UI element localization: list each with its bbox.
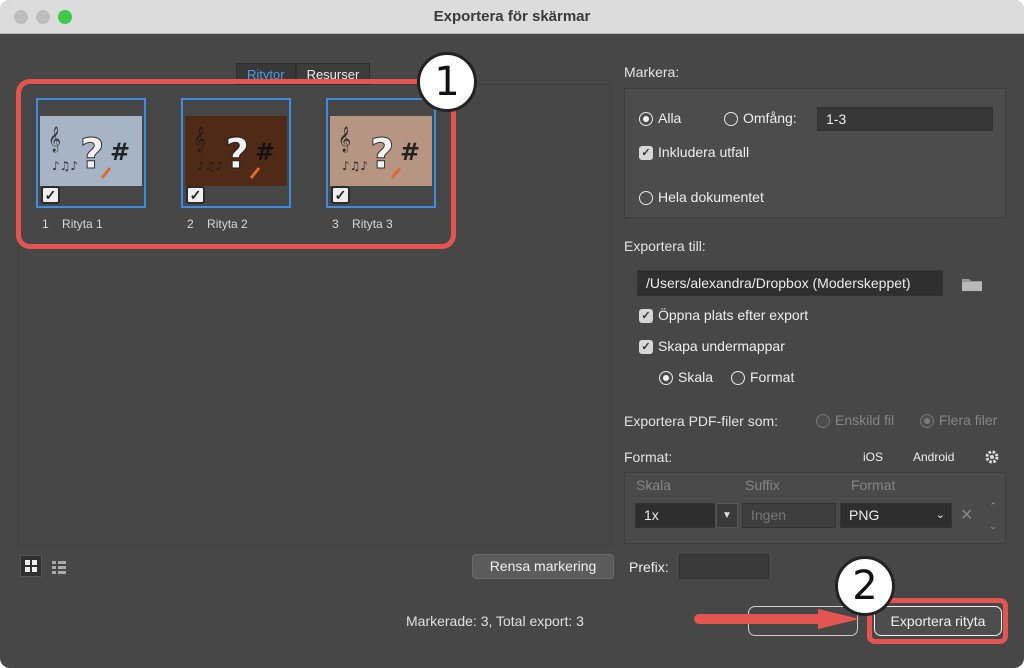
radio-subfolder-scale[interactable] xyxy=(659,371,673,385)
radio-subfolder-format[interactable] xyxy=(731,371,745,385)
remove-row-icon[interactable]: ✕ xyxy=(960,505,973,525)
radio-subfolder-scale-label: Skala xyxy=(678,369,714,385)
radio-range[interactable] xyxy=(724,112,738,126)
radio-pdf-single[interactable] xyxy=(816,414,830,428)
radio-subfolder-format-label: Format xyxy=(750,369,795,385)
radio-whole-document-label: Hela dokumentet xyxy=(658,189,764,205)
format-select[interactable]: PNG ⌄ xyxy=(840,503,952,528)
open-location-checkbox[interactable]: ✓ xyxy=(639,309,653,323)
export-path-input[interactable]: /Users/alexandra/Dropbox (Moderskeppet) xyxy=(637,270,943,296)
gear-icon[interactable] xyxy=(984,449,1000,465)
col-scale-header: Skala xyxy=(636,477,672,493)
radio-all[interactable] xyxy=(639,112,653,126)
annotation-badge-1: 1 xyxy=(417,52,477,112)
radio-all-label: Alla xyxy=(658,110,682,126)
title-bar: Exportera för skärmar xyxy=(0,0,1024,34)
col-suffix-header: Suffix xyxy=(745,477,780,493)
open-location-label: Öppna plats efter export xyxy=(658,307,809,323)
table-scroll-arrows[interactable]: ⌃ ⌄ xyxy=(988,496,998,540)
prefix-input[interactable] xyxy=(679,554,769,579)
android-preset-button[interactable]: Android xyxy=(913,450,954,464)
col-format-header: Format xyxy=(851,477,896,493)
annotation-badge-2: 2 xyxy=(835,556,895,616)
scale-select[interactable]: 1x xyxy=(635,503,715,528)
ios-preset-button[interactable]: iOS xyxy=(863,450,883,464)
create-subfolders-label: Skapa undermappar xyxy=(658,338,785,354)
export-to-label: Exportera till: xyxy=(624,238,706,254)
clear-selection-button[interactable]: Rensa markering xyxy=(472,554,614,579)
window-title: Exportera för skärmar xyxy=(433,8,591,25)
select-section-label: Markera: xyxy=(624,64,680,80)
radio-pdf-multiple-label: Flera filer xyxy=(939,412,998,428)
annotation-highlight-artboards xyxy=(16,79,456,249)
format-section-label: Format: xyxy=(624,449,673,465)
annotation-arrow-icon xyxy=(694,609,860,629)
radio-range-label: Omfång: xyxy=(743,110,797,126)
create-subfolders-checkbox[interactable]: ✓ xyxy=(639,340,653,354)
close-window-button[interactable] xyxy=(14,10,28,24)
range-input[interactable]: 1-3 xyxy=(817,107,993,131)
radio-whole-document[interactable] xyxy=(639,191,653,205)
scale-dropdown-icon[interactable]: ▼ xyxy=(716,503,738,528)
export-status: Markerade: 3, Total export: 3 xyxy=(406,613,584,629)
include-bleed-label: Inkludera utfall xyxy=(658,144,750,160)
zoom-window-button[interactable] xyxy=(58,10,72,24)
suffix-input[interactable]: Ingen xyxy=(742,503,836,528)
radio-pdf-single-label: Enskild fil xyxy=(835,412,895,428)
include-bleed-checkbox[interactable]: ✓ xyxy=(639,146,653,160)
export-dialog: Exportera för skärmar Ritytor Resurser 𝄞… xyxy=(0,0,1024,668)
prefix-label: Prefix: xyxy=(629,559,669,575)
list-view-icon[interactable] xyxy=(48,555,70,577)
pdf-export-label: Exportera PDF-filer som: xyxy=(624,413,779,429)
grid-view-icon[interactable] xyxy=(20,555,42,577)
radio-pdf-multiple[interactable] xyxy=(920,414,934,428)
minimize-window-button[interactable] xyxy=(36,10,50,24)
folder-icon[interactable] xyxy=(960,275,984,293)
